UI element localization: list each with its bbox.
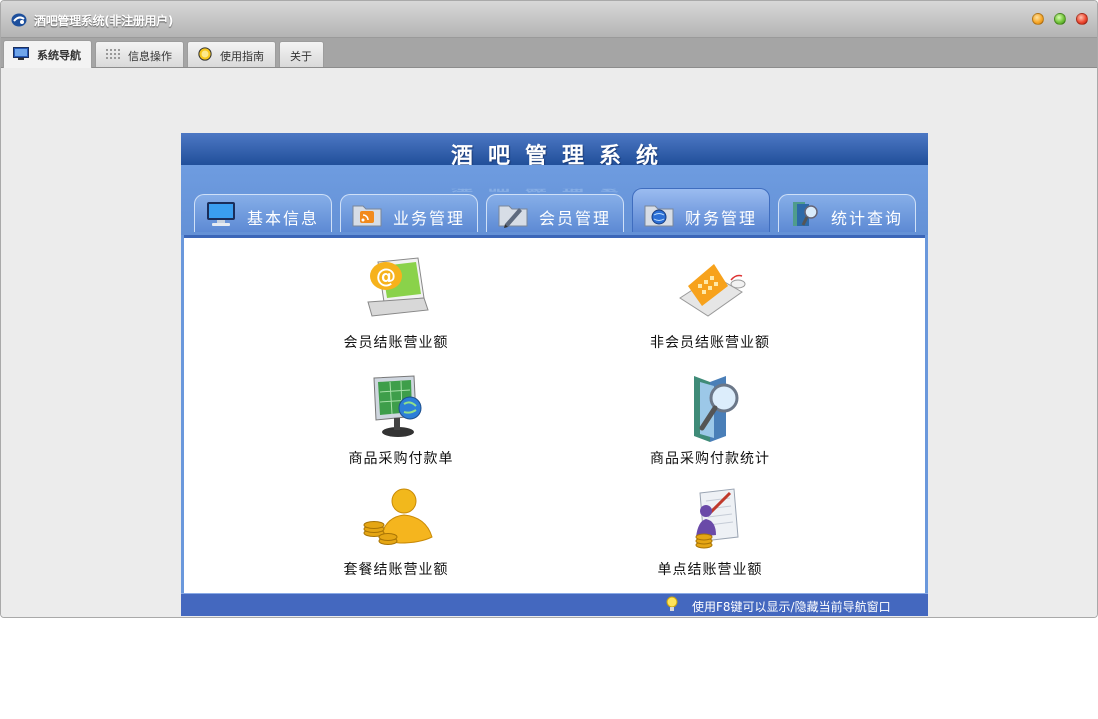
laptop-calculator-icon: [679, 264, 746, 317]
package-checkout-revenue-item[interactable]: 套餐结账营业额: [286, 483, 506, 579]
monitor-icon: [13, 47, 29, 60]
tab-label: 使用指南: [220, 50, 264, 63]
panel-tab-basic-info[interactable]: 基本信息: [194, 194, 332, 232]
tab-info-operations[interactable]: 信息操作: [95, 41, 184, 67]
maximize-button[interactable]: [1054, 13, 1066, 25]
document-user-coins-icon: [695, 488, 739, 549]
navigation-panel: 酒吧管理系统 酒吧管理系统 基本信息 业务管理: [181, 133, 928, 616]
tab-user-guide[interactable]: 使用指南: [187, 41, 276, 67]
item-label: 单点结账营业额: [657, 562, 763, 578]
tab-label: 信息操作: [128, 50, 172, 63]
laptop-email-icon: @: [367, 257, 429, 317]
main-tab-bar: 系统导航 信息操作 使用指南 关于: [1, 38, 1097, 68]
guide-icon: [198, 47, 212, 61]
folder-pen-icon: [498, 205, 528, 228]
goods-purchase-payment-item[interactable]: 商品采购付款单: [286, 372, 506, 468]
book-magnifier-icon: [694, 376, 739, 442]
single-item-checkout-revenue-item[interactable]: 单点结账营业额: [600, 483, 820, 579]
close-button[interactable]: [1076, 13, 1088, 25]
app-logo-icon: [11, 13, 27, 27]
item-label: 商品采购付款统计: [650, 451, 770, 467]
goods-purchase-statistics-item[interactable]: 商品采购付款统计: [600, 372, 820, 468]
minimize-button[interactable]: [1032, 13, 1044, 25]
folder-rss-icon: [352, 205, 382, 227]
app-window: 酒吧管理系统(非注册用户) 系统导航 信息操作 使用指南 关于 酒吧管理系统 基…: [0, 0, 1098, 618]
lightbulb-icon: [666, 596, 678, 611]
panel-tab-finance[interactable]: 财务管理: [632, 188, 770, 232]
panel-footer: 使用F8键可以显示/隐藏当前导航窗口: [181, 593, 928, 616]
tab-system-nav[interactable]: 系统导航: [3, 40, 92, 68]
tab-label: 关于: [290, 50, 312, 63]
grid-icon: [106, 49, 120, 59]
tab-about[interactable]: 关于: [279, 41, 324, 67]
book-search-icon: [793, 202, 818, 226]
panel-tab-member[interactable]: 会员管理: [486, 194, 624, 232]
computer-icon: [207, 202, 235, 226]
tab-label: 系统导航: [37, 49, 81, 62]
function-grid: @ 会员结账营业额 非会员结账营业额 商品采购付款单 商品采购付款统计 套餐结账…: [184, 235, 925, 596]
svg-text:@: @: [376, 264, 396, 288]
panel-tab-label: 业务管理: [393, 209, 466, 228]
user-coins-icon: [363, 488, 433, 545]
panel-tab-business[interactable]: 业务管理: [340, 194, 478, 232]
item-label: 会员结账营业额: [343, 335, 449, 351]
title-bar[interactable]: 酒吧管理系统(非注册用户): [1, 1, 1097, 38]
item-label: 商品采购付款单: [348, 451, 454, 467]
member-checkout-revenue-item[interactable]: @ 会员结账营业额: [286, 256, 506, 352]
panel-tab-label: 会员管理: [539, 209, 612, 228]
footer-hint: 使用F8键可以显示/隐藏当前导航窗口: [692, 600, 891, 614]
panel-tab-statistics[interactable]: 统计查询: [778, 194, 916, 232]
panel-header: 酒吧管理系统: [181, 133, 928, 169]
item-label: 套餐结账营业额: [343, 562, 449, 578]
folder-globe-icon: [644, 205, 674, 227]
non-member-checkout-revenue-item[interactable]: 非会员结账营业额: [600, 256, 820, 352]
item-label: 非会员结账营业额: [650, 335, 770, 351]
panel-tab-label: 财务管理: [685, 209, 758, 228]
panel-tab-label: 统计查询: [831, 209, 904, 228]
window-title: 酒吧管理系统(非注册用户): [34, 14, 174, 28]
panel-tab-label: 基本信息: [247, 209, 320, 228]
monitor-globe-icon: [373, 375, 422, 437]
